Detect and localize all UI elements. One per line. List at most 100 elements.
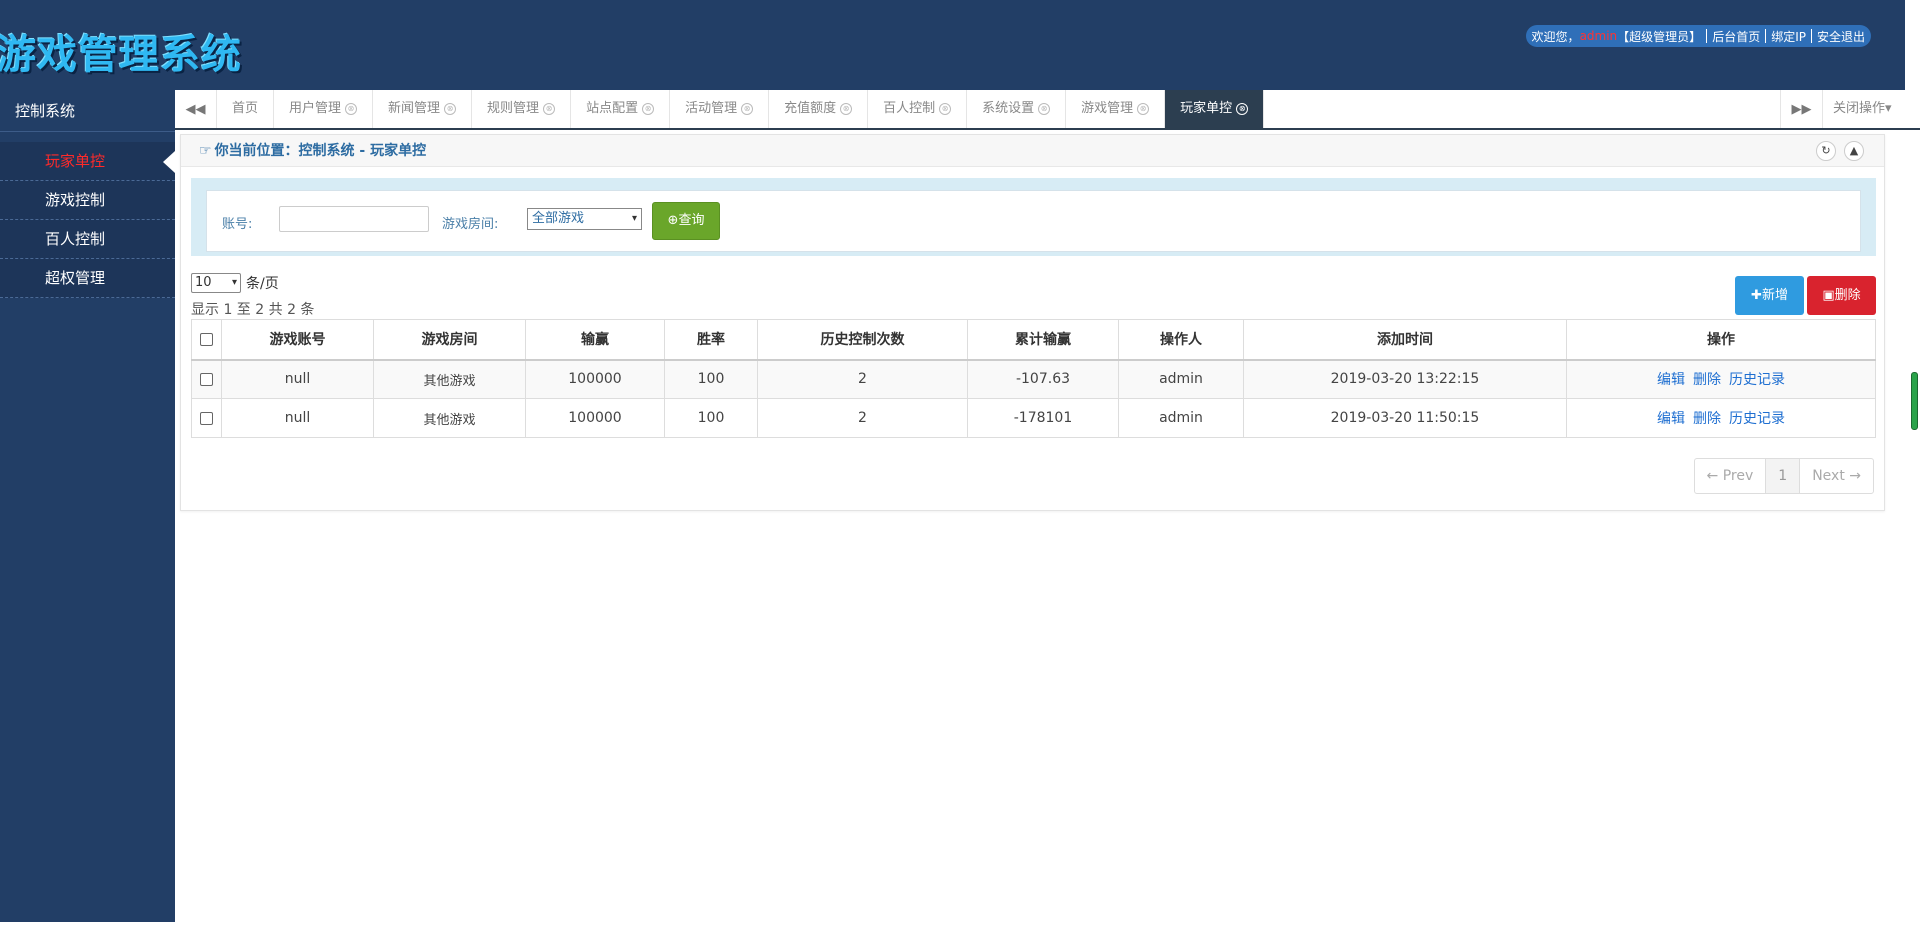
divider [1706, 29, 1708, 43]
tab-close-icon[interactable]: ⊗ [345, 102, 358, 115]
bind-ip-link[interactable]: 绑定IP [1771, 28, 1806, 45]
row-checkbox[interactable] [200, 372, 213, 386]
tab-rules[interactable]: 规则管理 ⊗ [472, 90, 572, 128]
delete-button-label: 删除 [1834, 288, 1861, 303]
welcome-text: 欢迎您， [1531, 29, 1580, 44]
panel-tools: ↻ ▲ [1816, 141, 1864, 161]
next-page-button[interactable]: Next → [1800, 459, 1873, 493]
data-table: 游戏账号 游戏房间 输赢 胜率 历史控制次数 累计输赢 操作人 添加时间 操作 … [191, 319, 1876, 438]
sidebar-item-player-control[interactable]: 玩家单控 [0, 142, 175, 181]
tab-close-icon[interactable]: ⊗ [939, 102, 952, 115]
breadcrumb: ☞ 你当前位置：控制系统 - 玩家单控 [181, 135, 1884, 167]
divider [1765, 29, 1767, 43]
tab-close-icon[interactable]: ⊗ [741, 102, 754, 115]
tab-users[interactable]: 用户管理 ⊗ [274, 90, 374, 128]
page-size-value: 10 [195, 275, 212, 290]
add-button[interactable]: ✚新增 [1735, 276, 1804, 315]
page-size-control: 10 ▾ 条/页 [191, 273, 279, 293]
edit-link[interactable]: 编辑 [1657, 411, 1685, 427]
app-root: 游戏管理系统 欢迎您， admin 【超级管理员】 后台首页 绑定IP 安全退出… [0, 0, 1920, 936]
col-header[interactable]: 添加时间 [1243, 319, 1567, 361]
col-header[interactable]: 游戏账号 [221, 319, 374, 361]
tab-label: 用户管理 [289, 101, 342, 116]
refresh-icon[interactable]: ↻ [1816, 141, 1836, 161]
admin-home-link[interactable]: 后台首页 [1712, 28, 1760, 45]
room-select[interactable]: 全部游戏 ▾ [527, 208, 642, 230]
chevron-down-icon: ▾ [231, 277, 237, 288]
tab-recharge[interactable]: 充值额度 ⊗ [769, 90, 869, 128]
sidebar-title[interactable]: 控制系统 [0, 90, 175, 132]
query-button[interactable]: ⊕查询 [652, 202, 720, 240]
tab-activities[interactable]: 活动管理 ⊗ [670, 90, 770, 128]
records-info: 显示 1 至 2 共 2 条 [191, 302, 315, 318]
tab-scroll-right-icon[interactable]: ▶▶ [1780, 90, 1822, 128]
row-checkbox[interactable] [200, 411, 213, 425]
tab-label: 活动管理 [685, 101, 738, 116]
tab-game-manage[interactable]: 游戏管理 ⊗ [1066, 90, 1166, 128]
edit-link[interactable]: 编辑 [1657, 372, 1685, 388]
username: admin [1579, 29, 1618, 43]
col-header[interactable]: 累计输赢 [967, 319, 1119, 361]
row-select-cell [191, 398, 222, 438]
page-size-select[interactable]: 10 ▾ [191, 273, 241, 293]
tab-bar: ◀◀ 首页 用户管理 ⊗ 新闻管理 ⊗ 规则管理 ⊗ 站点配置 ⊗ 活动管理 ⊗ 充值额度… [175, 90, 1920, 130]
select-all-cell [191, 319, 222, 361]
cell-room: 其他游戏 [373, 398, 526, 438]
divider [1810, 29, 1812, 43]
tab-close-icon[interactable]: ⊗ [543, 102, 556, 115]
tab-close-icon[interactable]: ⊗ [1038, 102, 1051, 115]
account-input[interactable] [279, 206, 429, 232]
close-operations-menu[interactable]: 关闭操作▾ [1822, 90, 1920, 128]
main-panel: ☞ 你当前位置：控制系统 - 玩家单控 ↻ ▲ 账号: 游戏房间: 全部游戏 ▾ … [180, 134, 1885, 511]
collapse-icon[interactable]: ▲ [1844, 141, 1864, 161]
tab-close-icon[interactable]: ⊗ [444, 102, 457, 115]
cell-winloss: 100000 [525, 359, 665, 399]
tab-system-settings[interactable]: 系统设置 ⊗ [967, 90, 1067, 128]
tab-hundred-control[interactable]: 百人控制 ⊗ [868, 90, 968, 128]
tab-home[interactable]: 首页 [217, 90, 275, 128]
cell-total: -178101 [967, 398, 1119, 438]
account-label: 账号: [222, 217, 253, 232]
tab-site-config[interactable]: 站点配置 ⊗ [571, 90, 671, 128]
logout-link[interactable]: 安全退出 [1817, 28, 1865, 45]
cell-history: 2 [757, 359, 968, 399]
pagination: ← Prev 1 Next → [1693, 458, 1874, 494]
tab-close-icon[interactable]: ⊗ [1137, 102, 1150, 115]
sidebar-item-game-control[interactable]: 游戏控制 [0, 181, 175, 220]
prev-page-button[interactable]: ← Prev [1695, 459, 1767, 493]
trash-icon: ▣ [1822, 288, 1835, 303]
history-link[interactable]: 历史记录 [1729, 372, 1785, 388]
sidebar-item-superuser[interactable]: 超权管理 [0, 259, 175, 298]
sidebar-item-hundred-control[interactable]: 百人控制 [0, 220, 175, 259]
cell-room: 其他游戏 [373, 359, 526, 399]
col-header[interactable]: 胜率 [664, 319, 758, 361]
tab-scroll-left-icon[interactable]: ◀◀ [175, 90, 217, 128]
cell-account: null [221, 398, 374, 438]
table-header-row: 游戏账号 游戏房间 输赢 胜率 历史控制次数 累计输赢 操作人 添加时间 操作 [191, 319, 1876, 361]
delete-link[interactable]: 删除 [1693, 411, 1721, 427]
breadcrumb-text: 你当前位置：控制系统 - 玩家单控 [214, 143, 427, 159]
col-header[interactable]: 输赢 [525, 319, 665, 361]
delete-link[interactable]: 删除 [1693, 372, 1721, 388]
current-page[interactable]: 1 [1766, 459, 1801, 493]
tab-close-icon[interactable]: ⊗ [1236, 102, 1249, 115]
sidebar: 控制系统 玩家单控 游戏控制 百人控制 超权管理 [0, 90, 175, 922]
cell-history: 2 [757, 398, 968, 438]
col-header[interactable]: 游戏房间 [373, 319, 526, 361]
select-all-checkbox[interactable] [200, 332, 213, 346]
scrollbar-thumb[interactable] [1911, 372, 1918, 430]
col-header[interactable]: 历史控制次数 [757, 319, 968, 361]
tab-close-icon[interactable]: ⊗ [840, 102, 853, 115]
tab-news[interactable]: 新闻管理 ⊗ [373, 90, 473, 128]
pointing-hand-icon: ☞ [199, 143, 212, 159]
search-form: 账号: 游戏房间: 全部游戏 ▾ ⊕查询 [206, 190, 1861, 252]
delete-button[interactable]: ▣删除 [1807, 276, 1876, 315]
top-header: 游戏管理系统 欢迎您， admin 【超级管理员】 后台首页 绑定IP 安全退出 [0, 0, 1905, 90]
tab-label: 充值额度 [784, 101, 837, 116]
tab-close-icon[interactable]: ⊗ [642, 102, 655, 115]
query-button-label: 查询 [678, 213, 705, 228]
tab-player-control[interactable]: 玩家单控 ⊗ [1165, 90, 1265, 128]
cell-operator: admin [1118, 398, 1244, 438]
col-header[interactable]: 操作人 [1118, 319, 1244, 361]
history-link[interactable]: 历史记录 [1729, 411, 1785, 427]
